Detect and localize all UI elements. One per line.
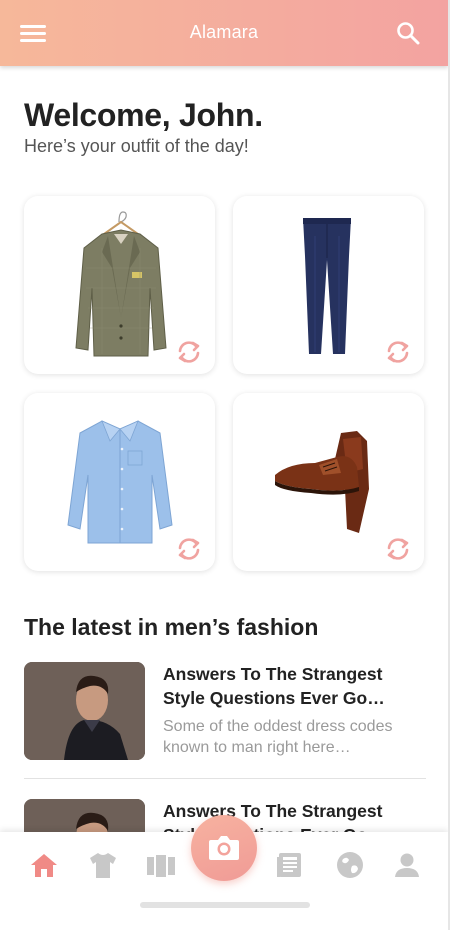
app-bar: Alamara bbox=[0, 0, 448, 66]
divider bbox=[24, 778, 426, 779]
newspaper-icon[interactable] bbox=[275, 850, 305, 880]
outfit-card-trousers[interactable] bbox=[233, 196, 424, 374]
camera-icon bbox=[209, 836, 239, 860]
profile-icon[interactable] bbox=[392, 850, 422, 880]
welcome-block: Welcome, John. Here’s your outfit of the… bbox=[24, 96, 263, 157]
trousers-image bbox=[303, 218, 351, 354]
section-title: The latest in men’s fashion bbox=[24, 614, 319, 640]
refresh-icon[interactable] bbox=[175, 340, 203, 364]
outfit-card-blazer[interactable] bbox=[24, 196, 215, 374]
welcome-subtitle: Here’s your outfit of the day! bbox=[24, 136, 249, 156]
refresh-icon[interactable] bbox=[384, 537, 412, 561]
article-item[interactable]: Answers To The Strangest Style Questions… bbox=[24, 662, 426, 772]
welcome-title: Welcome, John. bbox=[24, 97, 263, 133]
blazer-image bbox=[75, 211, 167, 357]
refresh-icon[interactable] bbox=[175, 537, 203, 561]
wardrobe-icon[interactable] bbox=[146, 850, 176, 880]
article-thumbnail bbox=[24, 662, 145, 760]
search-icon[interactable] bbox=[396, 21, 420, 45]
refresh-icon[interactable] bbox=[384, 340, 412, 364]
home-icon[interactable] bbox=[29, 850, 59, 880]
shirt-image bbox=[67, 420, 173, 544]
home-indicator bbox=[140, 902, 310, 908]
article-excerpt: Some of the oddest dress codes known to … bbox=[163, 718, 393, 756]
tshirt-icon[interactable] bbox=[88, 850, 118, 880]
article-headline[interactable]: Answers To The Strangest Style Questions… bbox=[163, 662, 423, 710]
app-screen: Alamara Welcome, John. Here’s your outfi… bbox=[0, 0, 450, 930]
shoes-image bbox=[275, 431, 369, 533]
camera-button[interactable] bbox=[191, 815, 257, 881]
outfit-card-shoes[interactable] bbox=[233, 393, 424, 571]
globe-icon[interactable] bbox=[335, 850, 365, 880]
app-title: Alamara bbox=[189, 22, 259, 42]
outfit-card-shirt[interactable] bbox=[24, 393, 215, 571]
